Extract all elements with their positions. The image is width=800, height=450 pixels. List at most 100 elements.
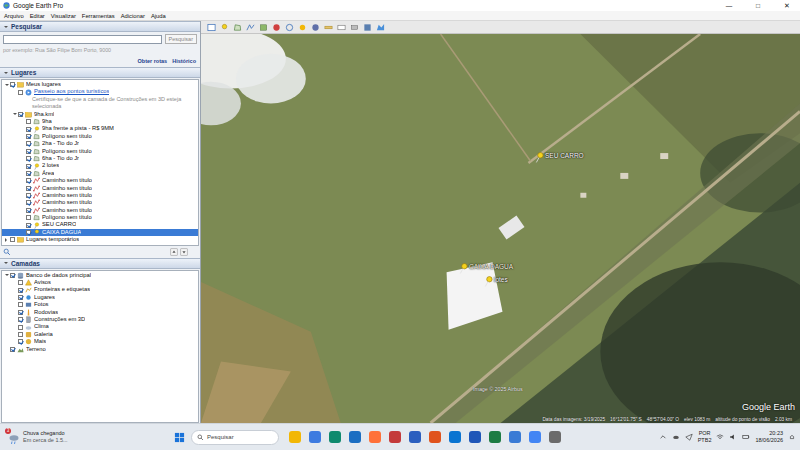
cloud-icon[interactable]	[672, 433, 680, 441]
taskbar-app-icon[interactable]	[549, 431, 561, 443]
checkbox[interactable]	[18, 302, 23, 307]
clock[interactable]: 20:2318/06/2026	[755, 430, 783, 444]
search-link[interactable]: Histórico	[172, 58, 196, 64]
checkbox[interactable]	[26, 215, 31, 220]
checkbox[interactable]	[26, 178, 31, 183]
taskbar-app-icon[interactable]	[369, 431, 381, 443]
taskbar-app-icon[interactable]	[489, 431, 501, 443]
checkbox[interactable]	[26, 127, 31, 132]
polygon-icon[interactable]	[233, 23, 242, 32]
window-control[interactable]: —	[716, 2, 742, 9]
taskbar-search[interactable]: Pesquisar	[191, 430, 279, 445]
layer-item[interactable]: Terreno	[2, 346, 198, 353]
window-control[interactable]: ✕	[774, 2, 800, 10]
placemark-icon[interactable]	[220, 23, 229, 32]
sidebar-icon[interactable]	[207, 23, 216, 32]
checkbox[interactable]	[18, 280, 23, 285]
checkbox[interactable]	[18, 112, 23, 117]
map-view[interactable]: SEU CARROCAIXA DAGUAlotesImage © 2025 Ai…	[201, 34, 800, 423]
place-item[interactable]: Área	[2, 170, 198, 177]
send-icon[interactable]	[685, 433, 693, 441]
path-icon[interactable]	[246, 23, 255, 32]
place-item[interactable]: 9ha	[2, 118, 198, 125]
checkbox[interactable]	[10, 347, 15, 352]
layer-item[interactable]: Galeria	[2, 331, 198, 338]
place-item[interactable]: Polígono sem título	[2, 133, 198, 140]
volume-icon[interactable]	[729, 433, 737, 441]
checkbox[interactable]	[26, 156, 31, 161]
email-icon[interactable]	[337, 23, 346, 32]
checkbox[interactable]	[10, 82, 15, 87]
move-down-icon[interactable]	[180, 248, 188, 256]
layer-item[interactable]: Lugares	[2, 294, 198, 301]
checkbox[interactable]	[18, 332, 23, 337]
taskbar-app-icon[interactable]	[469, 431, 481, 443]
checkbox[interactable]	[26, 164, 31, 169]
taskbar-app-icon[interactable]	[429, 431, 441, 443]
place-item[interactable]: Passeio aos pontos turísticos	[2, 88, 198, 95]
weather-widget[interactable]: 3Chuva chegandoEm cerca de 1.5...	[8, 430, 168, 444]
planet-icon[interactable]	[311, 23, 320, 32]
place-item[interactable]: Caminho sem título	[2, 207, 198, 214]
menu-item[interactable]: Visualizar	[51, 13, 76, 19]
place-item[interactable]: Polígono sem título	[2, 148, 198, 155]
layer-item[interactable]: Banco de dados principal	[2, 272, 198, 279]
menu-item[interactable]: Editar	[30, 13, 45, 19]
checkbox[interactable]	[26, 134, 31, 139]
checkbox[interactable]	[26, 186, 31, 191]
layer-item[interactable]: Rodovias	[2, 309, 198, 316]
checkbox[interactable]	[26, 230, 31, 235]
place-item[interactable]: Caminho sem título	[2, 192, 198, 199]
input-language[interactable]: PORPTB2	[698, 430, 712, 444]
checkbox[interactable]	[18, 325, 23, 330]
checkbox[interactable]	[26, 200, 31, 205]
map-placemark[interactable]: CAIXA DAGUA	[459, 263, 513, 274]
print-icon[interactable]	[350, 23, 359, 32]
checkbox[interactable]	[26, 223, 31, 228]
layer-item[interactable]: Construções em 3D	[2, 316, 198, 323]
search-header[interactable]: Pesquisar	[0, 21, 200, 32]
taskbar-app-icon[interactable]	[389, 431, 401, 443]
search-link[interactable]: Obter rotas	[138, 58, 168, 64]
place-item[interactable]: Lugares temporários	[2, 236, 198, 243]
layer-item[interactable]: Fotos	[2, 301, 198, 308]
move-up-icon[interactable]	[170, 248, 178, 256]
places-header[interactable]: Lugares	[0, 67, 200, 78]
wifi-icon[interactable]	[716, 433, 724, 441]
checkbox[interactable]	[18, 295, 23, 300]
place-item[interactable]: Caminho sem título	[2, 177, 198, 184]
overlay-icon[interactable]	[259, 23, 268, 32]
layer-item[interactable]: Avisos	[2, 279, 198, 286]
taskbar-app-icon[interactable]	[349, 431, 361, 443]
checkbox[interactable]	[10, 237, 15, 242]
checkbox[interactable]	[10, 273, 15, 278]
place-item[interactable]: Polígono sem título	[2, 214, 198, 221]
checkbox[interactable]	[18, 90, 23, 95]
place-item[interactable]: CAIXA DAGUA	[2, 229, 198, 236]
search-button[interactable]: Pesquisar	[165, 34, 197, 44]
windows-start-icon[interactable]	[174, 432, 185, 443]
place-item[interactable]: 9ha.kml	[2, 111, 198, 118]
place-item[interactable]: Meus lugares	[2, 81, 198, 88]
chevron-up-icon[interactable]	[659, 433, 667, 441]
taskbar-app-icon[interactable]	[309, 431, 321, 443]
taskbar-app-icon[interactable]	[529, 431, 541, 443]
history-icon[interactable]	[285, 23, 294, 32]
map-placemark[interactable]: SEU CARRO	[535, 152, 584, 163]
window-control[interactable]: □	[745, 2, 771, 9]
place-item[interactable]: 2 lotes	[2, 162, 198, 169]
place-item[interactable]: 6ha - Tio do Jr	[2, 155, 198, 162]
checkbox[interactable]	[26, 171, 31, 176]
taskbar-app-icon[interactable]	[449, 431, 461, 443]
taskbar-app-icon[interactable]	[289, 431, 301, 443]
layer-item[interactable]: Clima	[2, 323, 198, 330]
place-item[interactable]: Caminho sem título	[2, 185, 198, 192]
save-icon[interactable]	[363, 23, 372, 32]
sun-icon[interactable]	[298, 23, 307, 32]
checkbox[interactable]	[18, 288, 23, 293]
layer-item[interactable]: Mais	[2, 338, 198, 345]
place-item[interactable]: 9ha frente a pista - R$ 9MM	[2, 125, 198, 132]
checkbox[interactable]	[26, 208, 31, 213]
menu-item[interactable]: Adicionar	[121, 13, 145, 19]
search-input[interactable]	[3, 35, 162, 44]
